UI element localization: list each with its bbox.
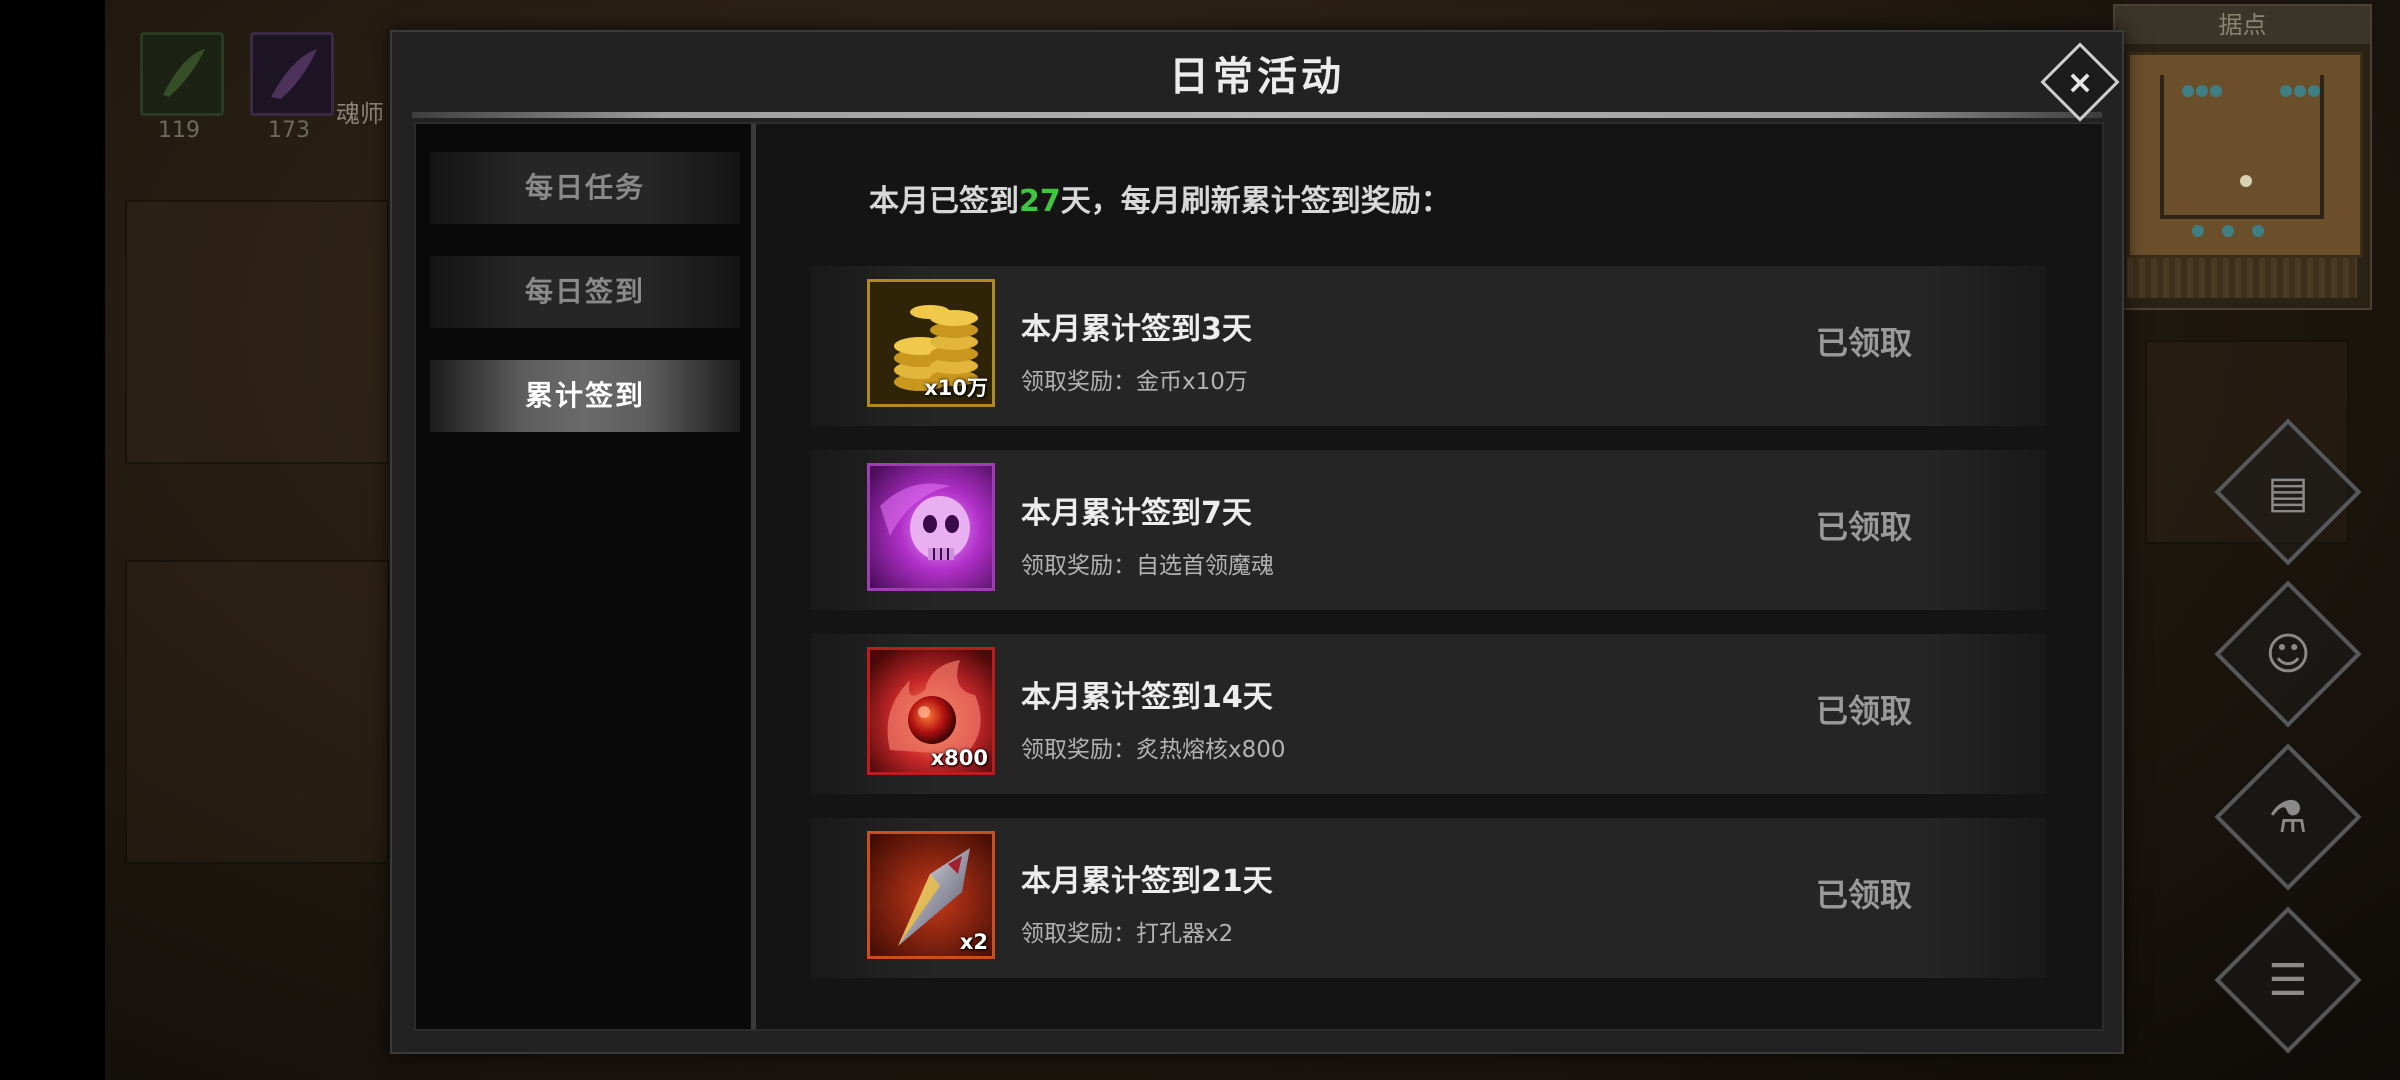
claimed-status[interactable]: 已领取	[1816, 686, 1912, 732]
minimap-marker	[2252, 225, 2264, 237]
minimap-wall	[2320, 75, 2324, 215]
claimed-status[interactable]: 已领取	[1816, 502, 1912, 548]
game-screen: 119 173 魂师 据点 ▤ ☺ ⚗ ☰ 日常活动 × 每日任务 每日签到 累…	[0, 0, 2400, 1080]
daily-activities-dialog: 日常活动 × 每日任务 每日签到 累计签到 本月已签到27天，每月刷新累计签到奖…	[390, 30, 2124, 1054]
skill-slot-1[interactable]	[140, 32, 224, 116]
skill-slot-2-count: 173	[268, 118, 310, 143]
fire-core-icon: x800	[867, 647, 995, 775]
reward-description: 领取奖励：打孔器x2	[1021, 921, 1234, 947]
minimap-marker	[2308, 85, 2320, 97]
feather-skill-icon	[163, 49, 205, 97]
reward-row-3-days: x10万 本月累计签到3天 领取奖励：金币x10万 已领取	[811, 266, 2046, 426]
minimap-map	[2127, 52, 2363, 258]
scroll-icon: ▤	[2267, 466, 2309, 518]
list-menu-icon: ☰	[2268, 954, 2308, 1006]
purple-skull-art	[870, 466, 992, 588]
minimap-marker	[2210, 85, 2222, 97]
punch-blade-icon: x2	[867, 831, 995, 959]
floor-tile	[125, 200, 389, 464]
tab-cumulative-checkin[interactable]: 累计签到	[430, 360, 740, 432]
summary-suffix: 天，每月刷新累计签到奖励：	[1060, 184, 1451, 219]
hero-class-label: 魂师	[336, 100, 384, 128]
summary-prefix: 本月已签到	[869, 184, 1019, 219]
reward-description: 领取奖励：金币x10万	[1021, 369, 1248, 395]
reward-quantity: x800	[930, 746, 988, 770]
minimap-wall	[2160, 215, 2324, 219]
reward-description: 领取奖励：自选首领魔魂	[1021, 553, 1274, 579]
potion-icon: ⚗	[2268, 791, 2308, 843]
reward-title: 本月累计签到7天	[1021, 496, 1252, 531]
close-icon: ×	[2066, 63, 2094, 101]
gold-coins-icon: x10万	[867, 279, 995, 407]
reward-description: 领取奖励：炙热熔核x800	[1021, 737, 1286, 763]
reward-title: 本月累计签到14天	[1021, 680, 1273, 715]
reward-row-14-days: x800 本月累计签到14天 领取奖励：炙热熔核x800 已领取	[811, 634, 2046, 794]
minimap-marker	[2182, 85, 2194, 97]
sidebar: 每日任务 每日签到 累计签到	[416, 124, 756, 1029]
minimap-marker	[2280, 85, 2292, 97]
claimed-status[interactable]: 已领取	[1816, 318, 1912, 364]
skill-slot-1-count: 119	[158, 118, 200, 143]
minimap-marker	[2192, 225, 2204, 237]
claimed-status[interactable]: 已领取	[1816, 870, 1912, 916]
minimap[interactable]: 据点	[2113, 4, 2372, 310]
floor-tile	[125, 560, 389, 864]
reward-quantity: x10万	[924, 376, 988, 400]
minimap-marker	[2294, 85, 2306, 97]
cumulative-checkin-content: 本月已签到27天，每月刷新累计签到奖励： x10万 本月累计签到3天 领取奖励：…	[756, 124, 2102, 1029]
minimap-wall	[2160, 75, 2164, 215]
title-divider	[412, 112, 2102, 118]
checkin-days-count: 27	[1019, 184, 1061, 219]
minimap-title: 据点	[2115, 6, 2370, 44]
reward-title: 本月累计签到3天	[1021, 312, 1252, 347]
checkin-summary: 本月已签到27天，每月刷新累计签到奖励：	[869, 176, 1451, 220]
minimap-marker	[2196, 85, 2208, 97]
friends-icon: ☺	[2265, 628, 2311, 680]
minimap-floor	[2127, 258, 2357, 298]
dialog-title: 日常活动	[1169, 54, 1345, 100]
dialog-panel: 每日任务 每日签到 累计签到 本月已签到27天，每月刷新累计签到奖励： x10万…	[414, 122, 2104, 1031]
reward-title: 本月累计签到21天	[1021, 864, 1273, 899]
arcane-skill-icon	[271, 49, 317, 99]
reward-quantity: x2	[959, 930, 988, 954]
player-marker	[2240, 175, 2252, 187]
tab-daily-checkin[interactable]: 每日签到	[430, 256, 740, 328]
purple-skull-soul-icon	[867, 463, 995, 591]
reward-row-7-days: 本月累计签到7天 领取奖励：自选首领魔魂 已领取	[811, 450, 2046, 610]
tab-daily-tasks[interactable]: 每日任务	[430, 152, 740, 224]
minimap-marker	[2222, 225, 2234, 237]
skill-slot-2[interactable]	[250, 32, 334, 116]
reward-row-21-days: x2 本月累计签到21天 领取奖励：打孔器x2 已领取	[811, 818, 2046, 978]
